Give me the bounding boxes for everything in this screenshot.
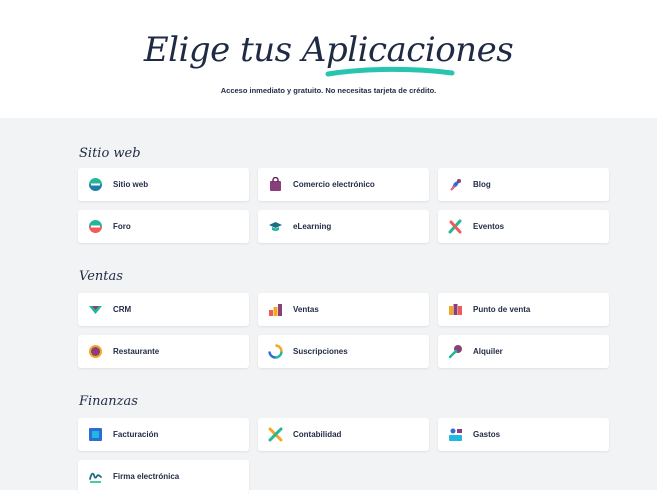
app-card-label: CRM (113, 305, 132, 314)
app-card-elearning[interactable]: eLearning (258, 210, 429, 243)
apps-catalog: Sitio web Sitio web Comercio electrónico… (0, 118, 657, 493)
title-underline-decoration (325, 66, 455, 77)
accounting-icon (268, 427, 283, 442)
app-card-label: Contabilidad (293, 430, 342, 439)
ecommerce-icon (268, 177, 283, 192)
app-card-label: Punto de venta (473, 305, 531, 314)
app-card-eventos[interactable]: Eventos (438, 210, 609, 243)
app-card-contabilidad[interactable]: Contabilidad (258, 418, 429, 451)
app-card-label: Firma electrónica (113, 472, 180, 481)
title-part-2: Aplicaciones (301, 30, 514, 70)
events-icon (448, 219, 463, 234)
section-title-ventas: Ventas (79, 269, 123, 284)
crm-icon (88, 302, 103, 317)
sales-icon (268, 302, 283, 317)
hero-header: Elige tus Aplicaciones Acceso inmediato … (0, 0, 657, 118)
title-part-1: Elige tus (143, 30, 302, 70)
app-card-label: Alquiler (473, 347, 503, 356)
rental-icon (448, 344, 463, 359)
app-card-label: Sitio web (113, 180, 149, 189)
subscriptions-icon (268, 344, 283, 359)
elearning-icon (268, 219, 283, 234)
restaurant-icon (88, 344, 103, 359)
app-card-crm[interactable]: CRM (78, 293, 249, 326)
app-card-label: Eventos (473, 222, 505, 231)
app-card-firma-electronica[interactable]: Firma electrónica (78, 460, 249, 493)
app-card-alquiler[interactable]: Alquiler (438, 335, 609, 368)
website-icon (88, 177, 103, 192)
page-subtitle: Acceso inmediato y gratuito. No necesita… (220, 86, 437, 95)
section-title-finanzas: Finanzas (79, 394, 138, 409)
app-card-gastos[interactable]: Gastos (438, 418, 609, 451)
blog-icon (448, 177, 463, 192)
app-card-restaurante[interactable]: Restaurante (78, 335, 249, 368)
point-of-sale-icon (448, 302, 463, 317)
app-card-label: Facturación (113, 430, 159, 439)
app-card-foro[interactable]: Foro (78, 210, 249, 243)
app-card-punto-de-venta[interactable]: Punto de venta (438, 293, 609, 326)
app-card-label: Foro (113, 222, 131, 231)
app-card-facturacion[interactable]: Facturación (78, 418, 249, 451)
sign-icon (88, 469, 103, 484)
app-card-comercio-electronico[interactable]: Comercio electrónico (258, 168, 429, 201)
forum-icon (88, 219, 103, 234)
app-card-label: Suscripciones (293, 347, 348, 356)
app-card-suscripciones[interactable]: Suscripciones (258, 335, 429, 368)
app-card-label: Gastos (473, 430, 501, 439)
app-card-label: eLearning (293, 222, 332, 231)
page-title: Elige tus Aplicaciones (0, 30, 657, 70)
app-card-label: Blog (473, 180, 491, 189)
section-title-sitio-web: Sitio web (79, 146, 141, 161)
app-card-sitio-web[interactable]: Sitio web (78, 168, 249, 201)
app-card-label: Comercio electrónico (293, 180, 375, 189)
app-card-label: Restaurante (113, 347, 160, 356)
app-card-blog[interactable]: Blog (438, 168, 609, 201)
app-card-ventas[interactable]: Ventas (258, 293, 429, 326)
invoicing-icon (88, 427, 103, 442)
expenses-icon (448, 427, 463, 442)
app-card-label: Ventas (293, 305, 319, 314)
